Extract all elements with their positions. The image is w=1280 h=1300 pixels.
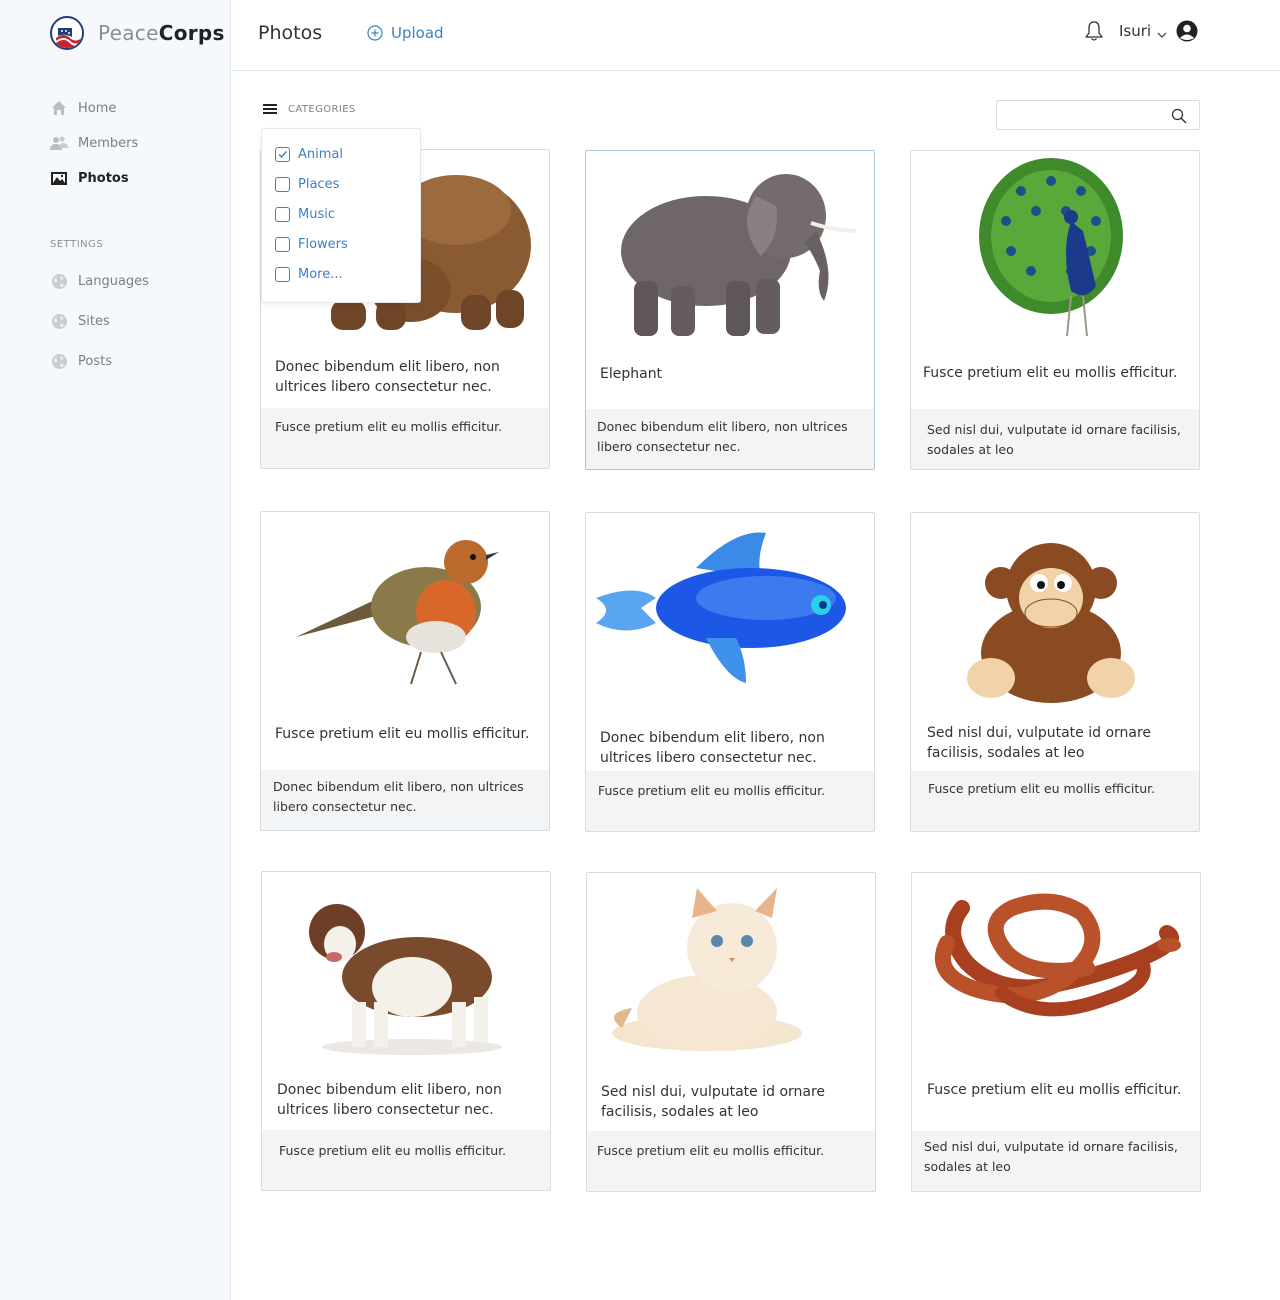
brand-name-bold: Corps (158, 21, 225, 45)
categories-dropdown: Animal Places Music Flowers More... (261, 128, 421, 303)
brand-logo[interactable]: PeaceCorps (50, 16, 225, 50)
fish-image (586, 513, 874, 713)
photo-card[interactable]: Fusce pretium elit eu mollis efficitur. … (910, 150, 1200, 470)
card-caption: Fusce pretium elit eu mollis efficitur. (923, 365, 1178, 381)
avatar[interactable] (1176, 20, 1198, 42)
card-caption: Donec bibendum elit libero, non ultrices… (600, 730, 825, 766)
photo-card[interactable]: Sed nisl dui, vulputate id ornare facili… (910, 512, 1200, 832)
card-footer: Fusce pretium elit eu mollis efficitur. (262, 1130, 550, 1190)
search-input[interactable] (997, 101, 1167, 129)
sidebar-item-label: Sites (78, 313, 110, 329)
category-label: Animal (298, 146, 343, 162)
sidebar-item-photos[interactable]: Photos (50, 168, 220, 188)
card-caption: Elephant (600, 366, 663, 382)
card-caption: Donec bibendum elit libero, non ultrices… (277, 1082, 502, 1118)
brand-name-light: Peace (98, 21, 159, 45)
category-option-music[interactable]: Music (262, 204, 420, 224)
settings-nav: Languages Sites Posts (50, 271, 149, 391)
bell-icon[interactable] (1084, 20, 1104, 42)
sidebar-item-home[interactable]: Home (50, 98, 220, 118)
elephant-image (586, 151, 874, 351)
photo-card[interactable]: Donec bibendum elit libero, non ultrices… (261, 871, 551, 1191)
sidebar-item-languages[interactable]: Languages (50, 271, 149, 291)
sidebar-item-label: Members (78, 135, 139, 151)
category-label: Music (298, 206, 335, 222)
sidebar-item-posts[interactable]: Posts (50, 351, 149, 371)
checkbox[interactable] (275, 236, 290, 252)
upload-button[interactable]: Upload (367, 24, 444, 42)
photo-card[interactable]: Donec bibendum elit libero, non ultrices… (585, 512, 875, 832)
dog-image (262, 872, 550, 1072)
sidebar-item-label: Home (78, 100, 117, 116)
search-box (996, 100, 1200, 130)
card-footer: Donec bibendum elit libero, non ultrices… (586, 409, 874, 469)
photo-card[interactable]: Fusce pretium elit eu mollis efficitur. … (260, 511, 550, 831)
sidebar-nav: Home Members Photos (50, 98, 220, 203)
card-footer: Sed nisl dui, vulputate id ornare facili… (911, 409, 1199, 469)
category-label: Flowers (298, 236, 348, 252)
user-name: Isuri (1119, 22, 1152, 40)
card-footer: Fusce pretium elit eu mollis efficitur. (261, 408, 549, 468)
card-footer: Fusce pretium elit eu mollis efficitur. (586, 771, 874, 831)
user-menu[interactable]: Isuri (1119, 22, 1167, 40)
search-icon[interactable] (1171, 108, 1187, 124)
settings-section-label: SETTINGS (50, 239, 104, 250)
card-caption: Donec bibendum elit libero, non ultrices… (275, 359, 500, 395)
category-label: More... (298, 266, 343, 282)
card-caption: Sed nisl dui, vulputate id ornare facili… (601, 1084, 826, 1120)
sidebar-item-label: Languages (78, 273, 149, 289)
categories-toggle[interactable]: CATEGORIES (263, 102, 356, 116)
members-icon (50, 134, 68, 152)
globe-icon (50, 312, 68, 330)
sidebar-item-members[interactable]: Members (50, 133, 220, 153)
photo-card[interactable]: Elephant Donec bibendum elit libero, non… (585, 150, 875, 470)
home-icon (50, 99, 68, 117)
card-footer: Donec bibendum elit libero, non ultrices… (261, 770, 549, 830)
card-footer: Sed nisl dui, vulputate id ornare facili… (912, 1131, 1200, 1191)
sidebar: PeaceCorps Home Members Photos SETTINGS (0, 0, 231, 1300)
checkbox-checked[interactable] (275, 146, 290, 162)
peace-corps-logo-icon (50, 16, 84, 50)
category-option-animal[interactable]: Animal (262, 144, 420, 164)
category-label: Places (298, 176, 340, 192)
checkbox[interactable] (275, 176, 290, 192)
plus-circle-icon (367, 25, 383, 41)
photos-icon (50, 169, 68, 187)
top-bar: Photos Upload Isuri (231, 0, 1280, 71)
globe-icon (50, 352, 68, 370)
category-option-places[interactable]: Places (262, 174, 420, 194)
brand-name: PeaceCorps (98, 21, 225, 45)
sidebar-item-label: Photos (78, 170, 129, 186)
checkbox[interactable] (275, 206, 290, 222)
monkey-image (911, 513, 1199, 713)
upload-label: Upload (391, 24, 444, 42)
card-caption: Fusce pretium elit eu mollis efficitur. (275, 726, 530, 742)
photo-card[interactable]: Sed nisl dui, vulputate id ornare facili… (586, 872, 876, 1192)
globe-icon (50, 272, 68, 290)
card-footer: Fusce pretium elit eu mollis efficitur. (911, 771, 1199, 831)
category-option-flowers[interactable]: Flowers (262, 234, 420, 254)
card-caption: Fusce pretium elit eu mollis efficitur. (927, 1082, 1182, 1098)
peacock-image (911, 151, 1199, 351)
robin-image (261, 512, 549, 712)
checkbox[interactable] (275, 266, 290, 282)
card-caption: Sed nisl dui, vulputate id ornare facili… (927, 725, 1152, 761)
sidebar-item-sites[interactable]: Sites (50, 311, 149, 331)
cat-image (587, 873, 875, 1073)
card-footer: Fusce pretium elit eu mollis efficitur. (587, 1131, 875, 1191)
snake-image (912, 873, 1200, 1073)
categories-label: CATEGORIES (288, 103, 356, 115)
chevron-down-icon (1157, 26, 1167, 38)
category-option-more[interactable]: More... (262, 264, 420, 284)
hamburger-menu-icon (263, 102, 277, 116)
photo-card[interactable]: Fusce pretium elit eu mollis efficitur. … (911, 872, 1201, 1192)
sidebar-item-label: Posts (78, 353, 112, 369)
page-title: Photos (258, 22, 323, 44)
